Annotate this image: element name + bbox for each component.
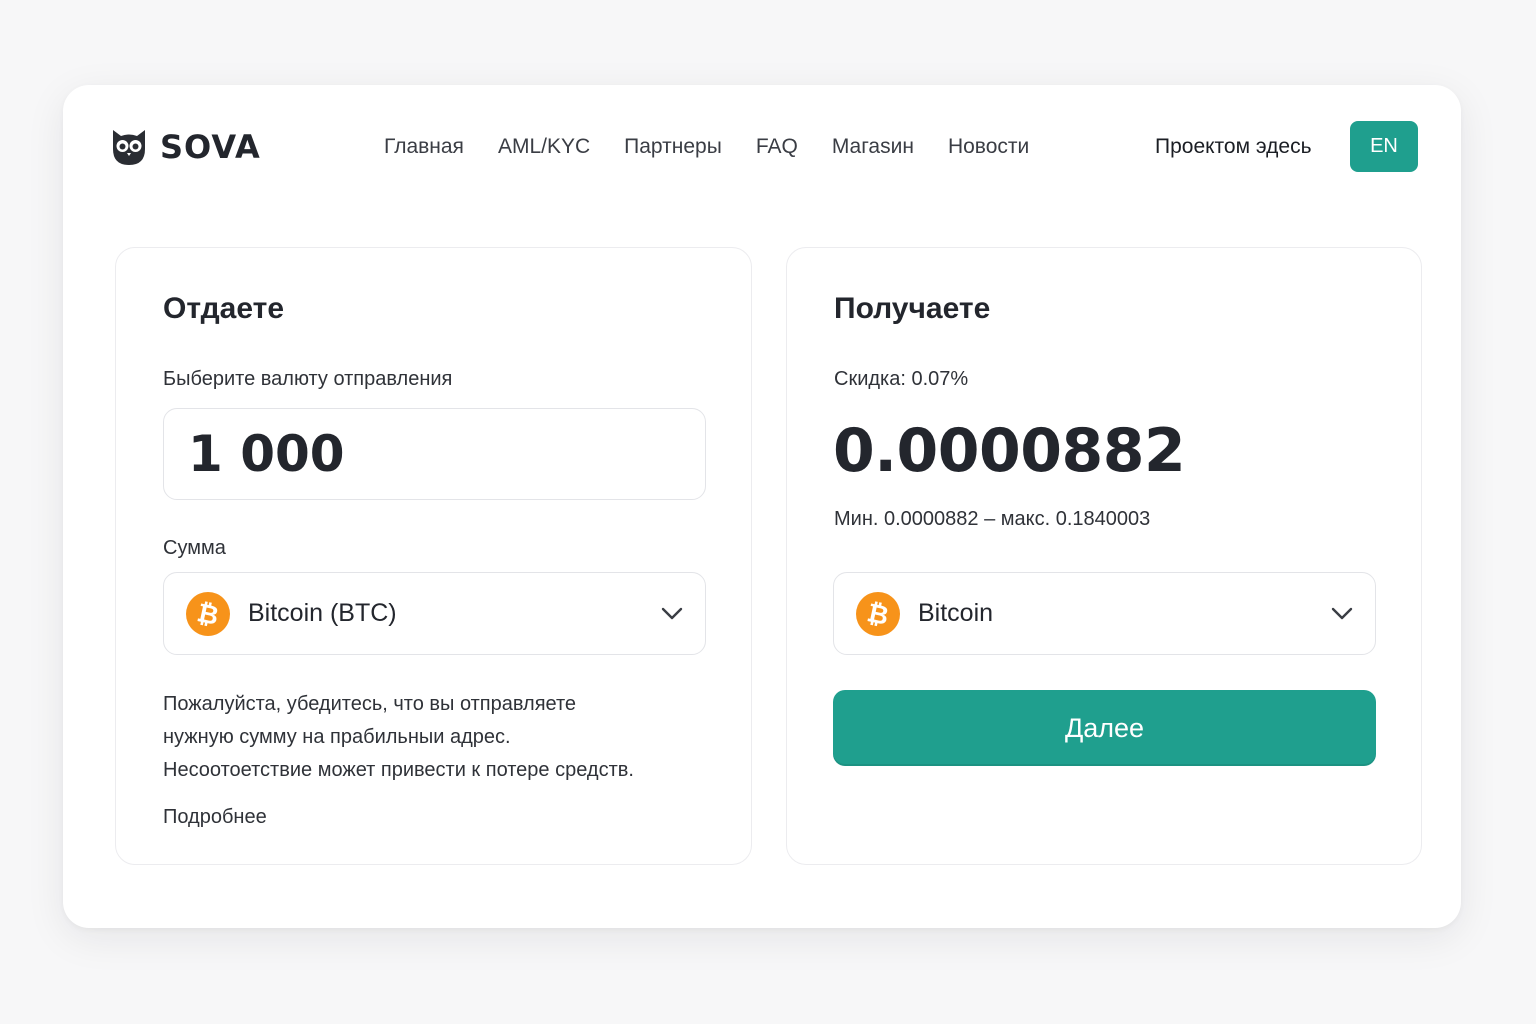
chevron-down-icon (1331, 607, 1353, 621)
give-card: Отдаете Быберите валюту отправления Сумм… (115, 247, 752, 865)
next-button[interactable]: Далее (833, 690, 1376, 766)
give-warning-note: Пожалуйста, убедитесь, что вы отправляет… (163, 688, 634, 787)
more-info-link[interactable]: Подробнее (163, 806, 267, 829)
bitcoin-icon: ₿ (186, 591, 230, 636)
receive-currency-select[interactable]: ₿ Bitcoin (833, 572, 1376, 655)
nav-item-home[interactable]: Главная (384, 132, 464, 162)
give-currency-label: Быберите валюту отправления (163, 368, 453, 390)
chevron-down-icon (661, 607, 683, 621)
nav-item-news[interactable]: Новости (948, 132, 1029, 162)
bitcoin-icon: ₿ (856, 591, 900, 636)
give-currency-select[interactable]: ₿ Bitcoin (BTC) (163, 572, 706, 655)
receive-card: Получаете Скидка: 0.07% 0.0000882 Мин. 0… (786, 247, 1422, 865)
receive-title: Получаете (834, 292, 991, 325)
project-link[interactable]: Проектом эдесь (1155, 132, 1312, 162)
give-currency-name: Bitcoin (BTC) (248, 599, 397, 627)
note-line: нужную сумму на прабильныи адрес. (163, 726, 511, 748)
main-nav: Главная AML/KYC Партнеры FAQ Магаsин Нов… (384, 132, 1029, 162)
nav-item-faq[interactable]: FAQ (756, 132, 798, 162)
nav-item-aml-kyc[interactable]: AML/KYC (498, 132, 590, 162)
receive-amount: 0.0000882 (833, 416, 1186, 486)
give-title: Отдаете (163, 292, 285, 325)
give-amount-input[interactable] (163, 408, 706, 500)
discount-label: Скидка: 0.07% (834, 368, 969, 390)
brand-logo[interactable]: SOVA (110, 125, 261, 169)
note-line: Несоотоетствие может привести к потере с… (163, 759, 634, 781)
nav-item-partners[interactable]: Партнеры (624, 132, 722, 162)
language-button[interactable]: EN (1350, 121, 1418, 172)
nav-item-shop[interactable]: Магаsин (832, 132, 914, 162)
brand-name: SOVA (160, 128, 261, 166)
exchange-window: SOVA Главная AML/KYC Партнеры FAQ Магаsи… (63, 85, 1461, 928)
receive-currency-name: Bitcoin (918, 599, 994, 627)
give-sum-label: Сумма (163, 537, 226, 559)
note-line: Пожалуйста, убедитесь, что вы отправляет… (163, 693, 577, 715)
limits-label: Мин. 0.0000882 – макс. 0.1840003 (834, 508, 1151, 530)
owl-icon (113, 130, 145, 165)
